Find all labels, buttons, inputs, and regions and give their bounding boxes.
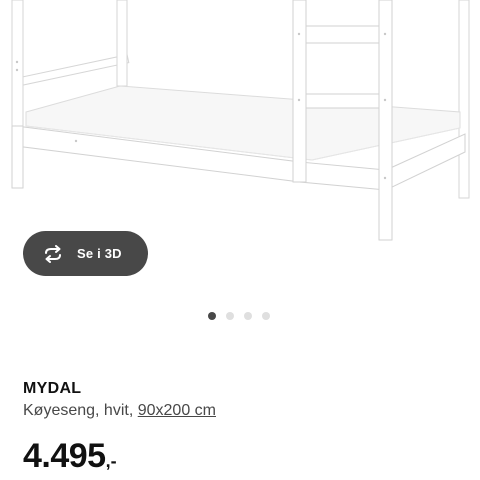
price-amount: 4.495 <box>23 437 106 475</box>
gallery-pagination <box>208 312 270 320</box>
gallery-dot-3[interactable] <box>244 312 252 320</box>
rotate-arrows-icon <box>41 242 65 266</box>
product-price: 4.495,- <box>23 437 117 476</box>
view-in-3d-button[interactable]: Se i 3D <box>23 231 148 276</box>
gallery-dot-2[interactable] <box>226 312 234 320</box>
gallery-dot-1[interactable] <box>208 312 216 320</box>
product-page: Se i 3D MYDAL Køyeseng, hvit, 90x200 cm … <box>0 0 480 480</box>
gallery-dot-4[interactable] <box>262 312 270 320</box>
product-name: MYDAL <box>23 380 82 397</box>
price-suffix: ,- <box>105 451 117 471</box>
product-description: Køyeseng, hvit, 90x200 cm <box>23 402 216 420</box>
product-description-text: Køyeseng, hvit, <box>23 402 138 419</box>
size-link[interactable]: 90x200 cm <box>138 402 216 419</box>
view-in-3d-label: Se i 3D <box>77 246 122 261</box>
